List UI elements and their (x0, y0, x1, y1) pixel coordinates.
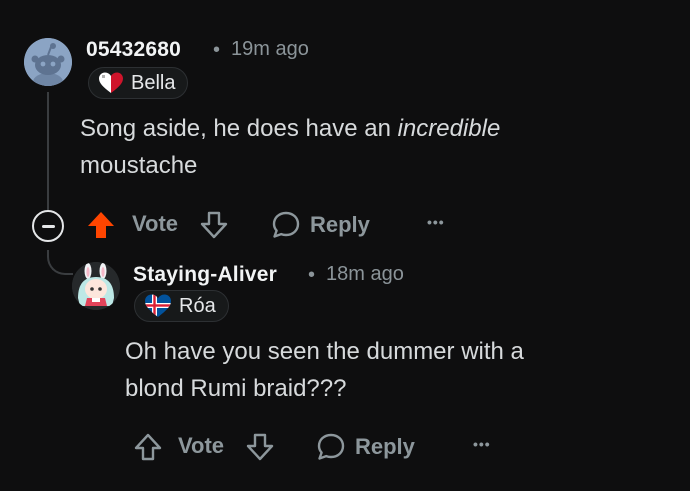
comment-text: Song aside, he does have an (80, 115, 398, 142)
reply-button[interactable]: Reply (315, 431, 415, 463)
downvote-button[interactable] (243, 430, 277, 464)
upvote-button[interactable] (131, 430, 165, 464)
arrow-down-icon (200, 211, 228, 239)
heart-flag-icon (99, 72, 123, 93)
meta-separator: • (213, 39, 221, 61)
user-flair: Róa (134, 290, 229, 322)
more-options-button[interactable]: ••• (427, 214, 445, 230)
vote-score: Vote (132, 211, 179, 236)
reply-button[interactable]: Reply (270, 209, 370, 241)
more-options-button[interactable]: ••• (473, 436, 491, 452)
comment-username[interactable]: Staying-Aliver (133, 263, 277, 287)
arrow-down-icon (246, 433, 274, 461)
speech-bubble-icon (317, 433, 345, 460)
user-flair: Bella (88, 67, 189, 99)
comment-text: Oh have you seen the dummer with a (125, 338, 524, 365)
comment-text: blond Rumi braid??? (125, 375, 347, 402)
avatar[interactable] (24, 38, 72, 86)
vote-score: Vote (178, 433, 225, 458)
character-avatar-icon (72, 262, 120, 310)
comment-body: Song aside, he does have an incredible m… (80, 110, 640, 184)
flair-label: Róa (179, 294, 216, 317)
collapse-thread-button[interactable] (32, 210, 64, 242)
snoo-avatar-icon (24, 38, 72, 86)
thread-connector (47, 250, 73, 275)
minus-icon (41, 224, 55, 228)
reply-label: Reply (310, 212, 370, 237)
comment-timestamp: 19m ago (231, 38, 309, 60)
comment-body: Oh have you seen the dummer with a blond… (125, 333, 665, 407)
upvote-button[interactable] (84, 208, 118, 242)
heart-flag-icon (145, 294, 171, 317)
comment-emphasis: incredible (397, 115, 501, 142)
reply-label: Reply (355, 434, 415, 459)
downvote-button[interactable] (197, 208, 231, 242)
meta-separator: • (308, 264, 316, 286)
avatar[interactable] (72, 262, 120, 310)
comment-text: moustache (80, 152, 198, 179)
speech-bubble-icon (272, 211, 300, 238)
flair-label: Bella (131, 71, 176, 94)
comment-username[interactable]: 05432680 (86, 38, 181, 62)
thread-line (47, 92, 49, 210)
comment-timestamp: 18m ago (326, 263, 404, 285)
arrow-up-icon (88, 212, 114, 238)
arrow-up-icon (134, 433, 162, 461)
